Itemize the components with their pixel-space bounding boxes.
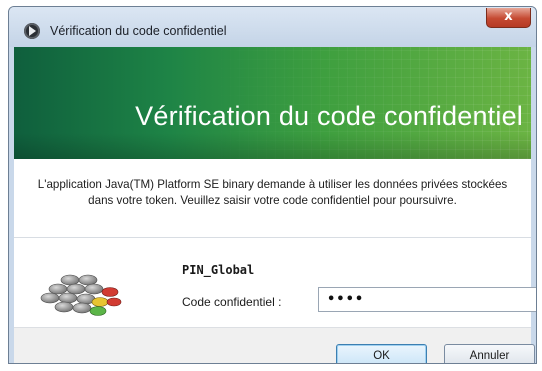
close-button[interactable]: x [486, 8, 531, 28]
button-bar: OK Annuler [14, 327, 535, 363]
app-icon [24, 23, 40, 39]
dialog-body: Vérification du code confidentiel L'appl… [14, 47, 536, 363]
pin-name: PIN_Global [182, 263, 255, 277]
token-stack-icon [40, 274, 122, 316]
header-banner: Vérification du code confidentiel [14, 47, 531, 159]
pin-password-input[interactable]: •••• [318, 287, 536, 312]
pin-field-label: Code confidentiel : [182, 295, 282, 309]
cancel-button[interactable]: Annuler [444, 344, 535, 363]
request-message: L'application Java(TM) Platform SE binar… [37, 178, 508, 207]
divider [14, 237, 531, 238]
window-title: Vérification du code confidentiel [50, 24, 227, 38]
banner-title: Vérification du code confidentiel [135, 101, 523, 131]
ok-button[interactable]: OK [336, 344, 427, 363]
title-bar: Vérification du code confidentiel x [9, 7, 536, 47]
pin-dialog-window: Vérification du code confidentiel x Véri… [8, 6, 537, 364]
